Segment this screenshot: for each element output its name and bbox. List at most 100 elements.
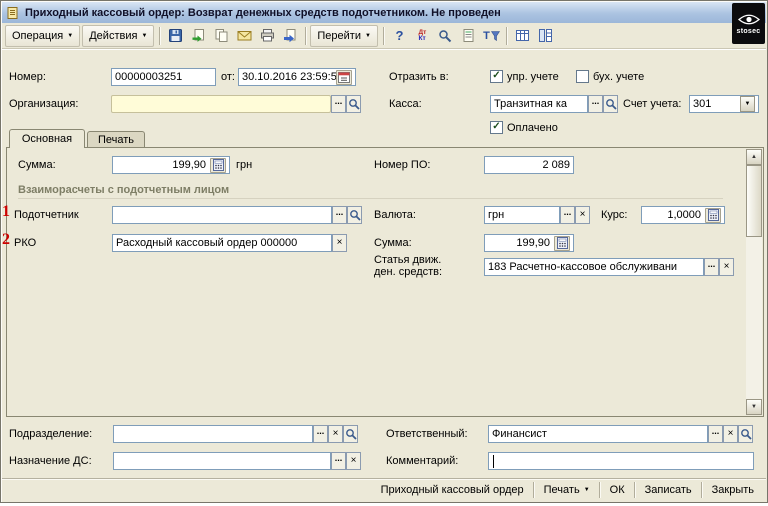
help-button[interactable]: ? [388, 25, 411, 47]
organization-lookup-button[interactable] [346, 95, 361, 113]
comment-label: Комментарий: [386, 455, 459, 467]
goto-button[interactable]: Перейти ▼ [310, 24, 378, 47]
currency-select-button[interactable]: ... [560, 206, 575, 224]
purpose-select-button[interactable]: ... [331, 452, 346, 470]
funnel-icon [490, 30, 500, 41]
po-number-label: Номер ПО: [374, 159, 431, 171]
accountable-label: Подотчетник [14, 209, 79, 221]
date-calendar-button[interactable] [336, 69, 352, 85]
chevron-down-icon: ▼ [141, 32, 148, 39]
report-button[interactable] [457, 25, 480, 47]
post-document-button[interactable] [187, 25, 210, 47]
tab-main[interactable]: Основная [9, 129, 85, 148]
po-number-field[interactable]: 2 089 [484, 156, 574, 174]
cashflow-clear-button[interactable]: × [719, 258, 734, 276]
title-bar: Приходный кассовый ордер: Возврат денежн… [2, 2, 766, 23]
responsible-field[interactable]: Финансист [488, 425, 708, 443]
tab-print[interactable]: Печать [87, 131, 145, 148]
filter-t-label: Т [483, 29, 490, 42]
comment-field[interactable] [488, 452, 754, 470]
rate-value: 1,0000 [667, 209, 701, 221]
division-field[interactable] [113, 425, 313, 443]
cashflow-select-button[interactable]: ... [704, 258, 719, 276]
responsible-select-button[interactable]: ... [708, 425, 723, 443]
rko-clear-button[interactable]: × [332, 234, 347, 252]
fin-accounting-checkbox[interactable] [576, 70, 589, 83]
number-value: 00000003251 [115, 71, 183, 83]
accountable-field[interactable] [112, 206, 332, 224]
print-button[interactable] [256, 25, 279, 47]
scrollbar[interactable]: ▲ ▼ [746, 149, 762, 415]
document-type-label: Приходный кассовый ордер [380, 484, 524, 496]
dt-kt-button[interactable]: Дт Кт [411, 25, 434, 47]
open-related-button[interactable] [279, 25, 302, 47]
purpose-field[interactable] [113, 452, 331, 470]
division-lookup-button[interactable] [343, 425, 358, 443]
search-icon [439, 29, 452, 42]
table-settings-button[interactable] [511, 25, 534, 47]
report-icon [463, 29, 474, 42]
annotation-marker-1: 1 [2, 203, 10, 220]
document-type-button[interactable]: Приходный кассовый ордер [372, 480, 533, 501]
sum-field[interactable]: 199,90 [112, 156, 230, 174]
cashflow-field[interactable]: 183 Расчетно-кассовое обслуживани [484, 258, 704, 276]
stosec-logo: stosec [732, 3, 765, 44]
sum2-field[interactable]: 199,90 [484, 234, 574, 252]
organization-field[interactable] [111, 95, 331, 113]
date-value: 30.10.2016 23:59:5 [242, 71, 336, 83]
bottom-button-bar: Приходный кассовый ордер Печать ▼ ОК Зап… [2, 478, 766, 501]
accountable-lookup-button[interactable] [347, 206, 362, 224]
tab-main-label: Основная [21, 133, 73, 145]
sum-calc-button[interactable] [210, 157, 226, 173]
cash-desk-select-button[interactable]: ... [588, 95, 603, 113]
panels-settings-button[interactable] [534, 25, 557, 47]
currency-clear-button[interactable]: × [575, 206, 590, 224]
save-record-button[interactable]: Записать [636, 480, 701, 501]
ok-button[interactable]: ОК [601, 480, 634, 501]
date-field[interactable]: 30.10.2016 23:59:5 [238, 68, 356, 86]
copy-button[interactable] [210, 25, 233, 47]
account-combo[interactable]: 301 ▼ [689, 95, 759, 113]
search-icon [348, 99, 360, 110]
send-button[interactable] [233, 25, 256, 47]
find-button[interactable] [434, 25, 457, 47]
chevron-down-icon: ▼ [583, 487, 590, 493]
actions-button[interactable]: Действия ▼ [82, 24, 155, 47]
rate-field[interactable]: 1,0000 [641, 206, 725, 224]
sum2-calc-button[interactable] [554, 235, 570, 251]
currency-field[interactable]: грн [484, 206, 560, 224]
rate-calc-button[interactable] [705, 207, 721, 223]
cash-desk-value: Транзитная ка [494, 98, 568, 110]
cash-desk-field[interactable]: Транзитная ка [490, 95, 588, 113]
close-label: Закрыть [711, 484, 754, 496]
division-select-button[interactable]: ... [313, 425, 328, 443]
mgmt-accounting-checkbox[interactable]: ✓ [490, 70, 503, 83]
scroll-down-button[interactable]: ▼ [746, 399, 762, 415]
division-clear-button[interactable]: × [328, 425, 343, 443]
scroll-up-button[interactable]: ▲ [746, 149, 762, 165]
filter-button[interactable]: Т [480, 25, 503, 47]
paid-checkbox[interactable]: ✓ [490, 121, 503, 134]
section-divider [18, 198, 723, 199]
operation-button[interactable]: Операция ▼ [5, 24, 81, 47]
cash-desk-lookup-button[interactable] [603, 95, 618, 113]
responsible-lookup-button[interactable] [738, 425, 753, 443]
chevron-down-icon: ▼ [67, 32, 74, 39]
close-button[interactable]: Закрыть [703, 480, 763, 501]
save-button[interactable] [164, 25, 187, 47]
organization-select-button[interactable]: ... [331, 95, 346, 113]
toolbar-separator [305, 26, 308, 45]
account-dropdown-button[interactable]: ▼ [740, 96, 755, 112]
print-menu-label: Печать [543, 484, 580, 496]
responsible-clear-button[interactable]: × [723, 425, 738, 443]
print-menu-button[interactable]: Печать ▼ [535, 480, 599, 501]
number-field[interactable]: 00000003251 [111, 68, 216, 86]
calculator-icon [556, 237, 568, 249]
purpose-clear-button[interactable]: × [346, 452, 361, 470]
search-icon [740, 429, 752, 440]
scrollbar-thumb[interactable] [746, 165, 762, 237]
calendar-icon [338, 72, 350, 83]
rko-field[interactable]: Расходный кассовый ордер 000000 [112, 234, 332, 252]
accountable-select-button[interactable]: ... [332, 206, 347, 224]
sum-value: 199,90 [172, 159, 206, 171]
